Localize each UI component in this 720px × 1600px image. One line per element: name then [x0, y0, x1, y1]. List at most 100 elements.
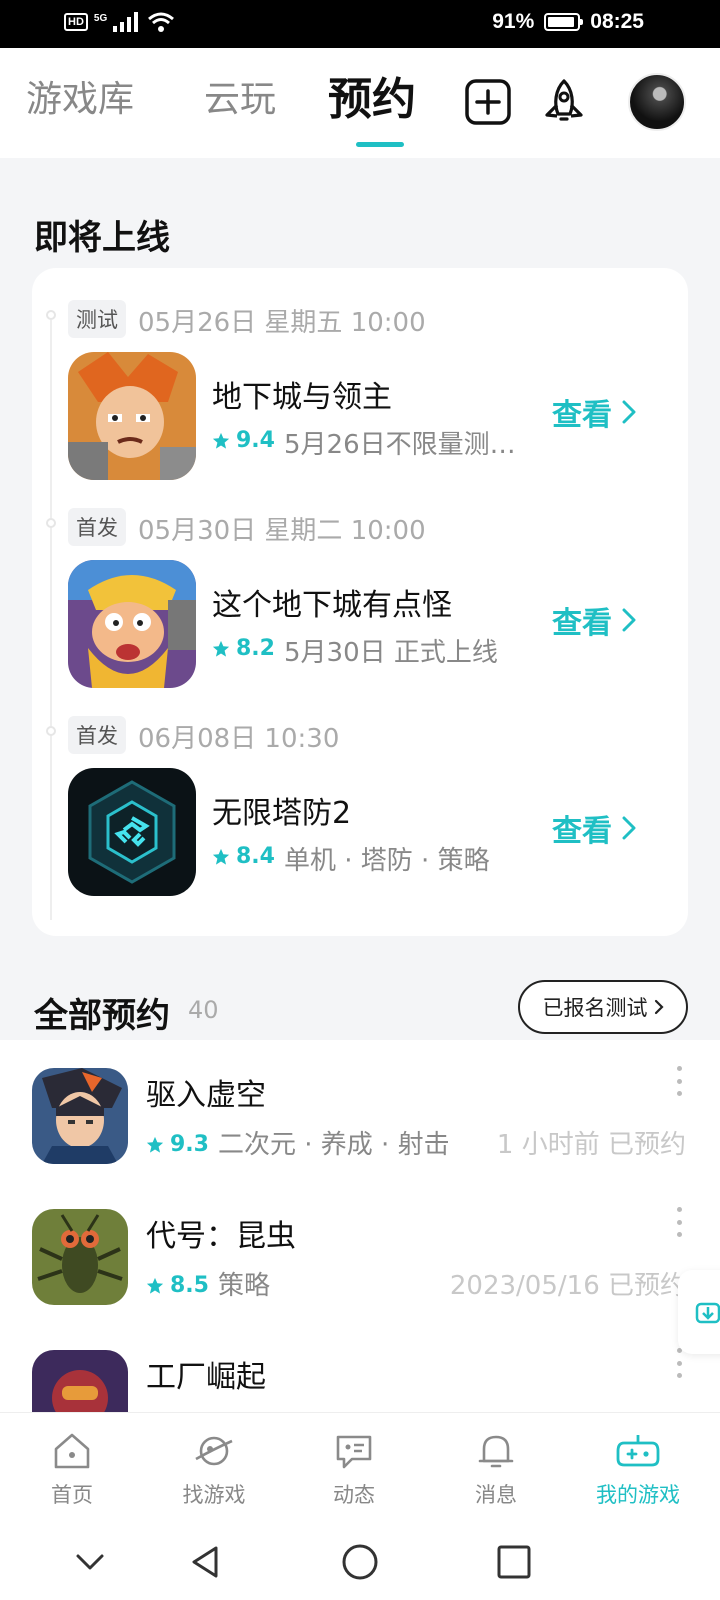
game-icon[interactable]: [68, 768, 196, 896]
game-desc: 5月30日 正式上线: [284, 638, 498, 668]
filter-button-label: 已报名测试: [542, 996, 648, 1020]
rating: 9.3: [146, 1132, 209, 1157]
bottom-tab-label: 消息: [475, 1483, 517, 1507]
chevron-right-icon: [622, 400, 636, 424]
network-label: 5G: [93, 12, 108, 24]
bottom-tab-feed[interactable]: 动态: [294, 1429, 414, 1509]
download-icon: [695, 1302, 720, 1324]
view-button[interactable]: 查看: [552, 806, 636, 850]
battery-fill: [548, 17, 574, 27]
game-desc: 单机 · 塔防 · 策略: [284, 846, 490, 876]
upcoming-card: 测试 05月26日 星期五 10:00 地下城与领主 9.4 5月26日不限量测…: [32, 268, 688, 936]
signal-icon: [113, 12, 139, 32]
bottom-tab-label: 找游戏: [182, 1483, 246, 1507]
rating: 9.4: [212, 428, 275, 453]
star-icon: [146, 1277, 164, 1294]
home-circle-icon[interactable]: [340, 1542, 380, 1582]
bottom-tab-bar: 首页 找游戏 动态 消息 我的游戏: [0, 1412, 720, 1520]
game-name: 这个地下城有点怪: [212, 588, 452, 623]
rating: 8.5: [146, 1273, 209, 1298]
list-item[interactable]: 工厂崛起: [0, 1322, 720, 1412]
list-item[interactable]: 驱入虚空 9.3 二次元 · 养成 · 射击 1 小时前 已预约: [0, 1040, 720, 1182]
game-icon[interactable]: [68, 560, 196, 688]
tab-cloud-play[interactable]: 云玩: [204, 78, 276, 122]
rocket-icon[interactable]: [540, 78, 588, 126]
upcoming-item[interactable]: 首发 06月08日 10:30 无限塔防2 8.4 单机 · 塔防 · 策略 查…: [32, 684, 688, 896]
collapse-down-icon[interactable]: [70, 1542, 110, 1582]
view-button[interactable]: 查看: [552, 598, 636, 642]
game-icon[interactable]: [68, 352, 196, 480]
bottom-tab-messages[interactable]: 消息: [436, 1429, 556, 1509]
game-name: 工厂崛起: [146, 1360, 266, 1395]
game-art-weird-dungeon: [68, 560, 196, 688]
back-icon[interactable]: [186, 1542, 226, 1582]
game-art-infinite-tower-defense: [68, 768, 196, 896]
reservation-status: 2023/05/16 已预约: [449, 1271, 686, 1301]
release-date: 06月08日 10:30: [138, 724, 340, 754]
wifi-icon: [148, 12, 175, 32]
floating-download-button[interactable]: [678, 1270, 720, 1354]
registered-test-filter-button[interactable]: 已报名测试: [518, 980, 688, 1034]
active-tab-indicator: [356, 142, 404, 147]
game-name: 无限塔防2: [212, 796, 352, 831]
game-name: 驱入虚空: [146, 1078, 266, 1113]
bottom-tab-home[interactable]: 首页: [12, 1429, 132, 1509]
reservation-status: 1 小时前 已预约: [496, 1130, 686, 1160]
view-label: 查看: [552, 606, 612, 641]
chevron-right-icon: [622, 608, 636, 632]
game-art-insect: [32, 1209, 128, 1305]
more-options-icon[interactable]: [676, 1207, 682, 1237]
view-label: 查看: [552, 398, 612, 433]
bottom-tab-my-games[interactable]: 我的游戏: [578, 1429, 698, 1509]
system-nav-bar: [0, 1520, 720, 1600]
upcoming-item[interactable]: 测试 05月26日 星期五 10:00 地下城与领主 9.4 5月26日不限量测…: [32, 268, 688, 480]
star-icon: [146, 1136, 164, 1153]
home-icon: [54, 1433, 90, 1469]
add-square-icon[interactable]: [464, 78, 512, 126]
rating-score: 8.2: [236, 636, 275, 661]
view-label: 查看: [552, 814, 612, 849]
game-icon[interactable]: [32, 1350, 128, 1412]
more-options-icon[interactable]: [676, 1066, 682, 1096]
hd-badge: HD: [64, 13, 88, 31]
rating: 8.2: [212, 636, 275, 661]
release-tag: 测试: [68, 300, 126, 338]
game-icon[interactable]: [32, 1068, 128, 1164]
rating-score: 9.3: [170, 1132, 209, 1157]
rating-score: 8.5: [170, 1273, 209, 1298]
upcoming-section-title: 即将上线: [34, 218, 170, 258]
top-nav: 游戏库 云玩 预约: [0, 48, 720, 158]
game-tags: 策略: [218, 1271, 271, 1301]
game-tags: 二次元 · 养成 · 射击: [218, 1130, 450, 1160]
rating: 8.4: [212, 844, 275, 869]
view-button[interactable]: 查看: [552, 390, 636, 434]
chat-icon: [336, 1435, 372, 1469]
chevron-right-icon: [622, 816, 636, 840]
status-bar: HD 5G 91% 08:25: [0, 0, 720, 48]
avatar[interactable]: [628, 73, 686, 131]
game-icon[interactable]: [32, 1209, 128, 1305]
all-reservations-title: 全部预约: [34, 996, 170, 1036]
bell-icon: [478, 1435, 514, 1468]
bottom-tab-find-games[interactable]: 找游戏: [154, 1429, 274, 1509]
tab-reservations[interactable]: 预约: [328, 74, 416, 126]
status-right: 91% 08:25: [492, 10, 644, 34]
upcoming-item[interactable]: 首发 05月30日 星期二 10:00 这个地下城有点怪 8.2 5月30日 正…: [32, 476, 688, 688]
all-reservations-count: 40: [188, 996, 219, 1024]
game-art-dungeon-lord: [68, 352, 196, 480]
release-date: 05月26日 星期五 10:00: [138, 308, 426, 338]
release-tag: 首发: [68, 716, 126, 754]
game-name: 地下城与领主: [212, 380, 392, 415]
bottom-tab-label: 我的游戏: [596, 1483, 680, 1507]
star-icon: [212, 848, 230, 865]
rating-score: 9.4: [236, 428, 275, 453]
release-date: 05月30日 星期二 10:00: [138, 516, 426, 546]
clock: 08:25: [590, 10, 644, 33]
list-item[interactable]: 代号：昆虫 8.5 策略 2023/05/16 已预约: [0, 1181, 720, 1323]
battery-icon: [544, 13, 584, 31]
recents-icon[interactable]: [494, 1542, 534, 1582]
more-options-icon[interactable]: [676, 1348, 682, 1378]
tab-game-library[interactable]: 游戏库: [26, 78, 134, 122]
gamepad-icon: [616, 1435, 660, 1467]
release-tag: 首发: [68, 508, 126, 546]
